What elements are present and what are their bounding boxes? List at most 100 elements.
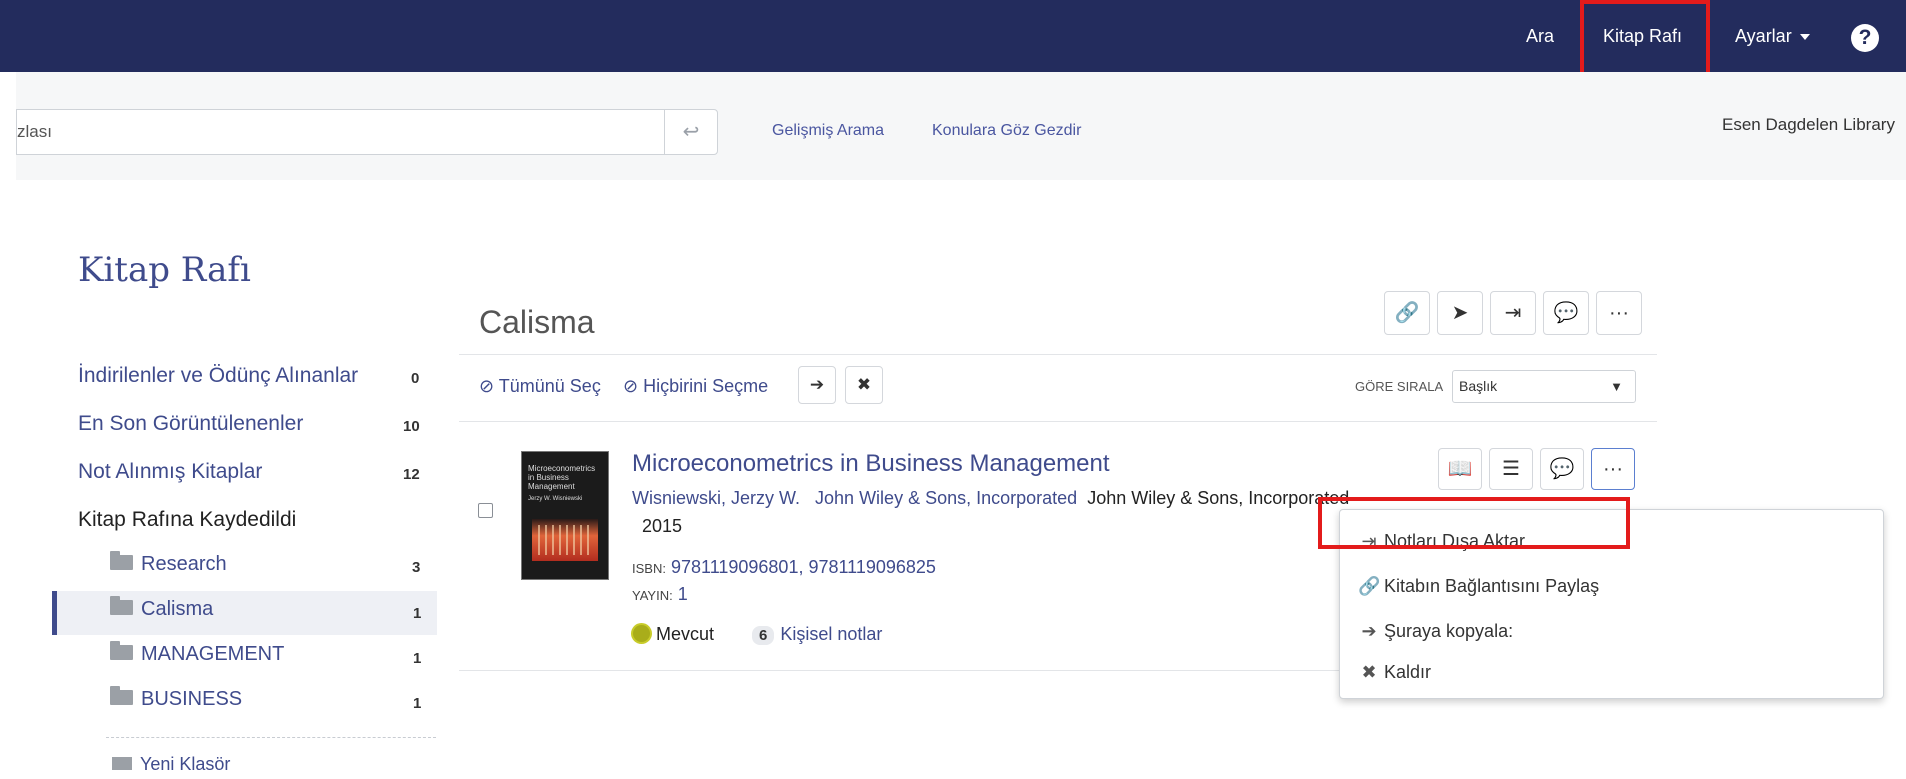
sidebar-item-saved[interactable]: Kitap Rafına Kaydedildi	[78, 508, 296, 532]
isbn-value: 9781119096801, 9781119096825	[670, 557, 936, 577]
select-none-label: Hiçbirini Seçme	[643, 376, 769, 396]
sidebar-divider	[106, 737, 436, 738]
folder-count: 3	[412, 559, 421, 576]
copy-to-button[interactable]: ➔	[798, 366, 836, 404]
folder-label: MANAGEMENT	[141, 643, 285, 665]
search-input[interactable]: zlası	[16, 109, 668, 155]
ellipsis-icon: ···	[1603, 458, 1623, 480]
help-icon[interactable]: ?	[1851, 24, 1879, 52]
sidebar-count-downloads: 0	[411, 370, 420, 387]
arrow-right-icon: ➔	[809, 375, 825, 394]
sidebar-count-noted-books: 12	[403, 466, 420, 483]
record-more-button[interactable]: ···	[1591, 448, 1635, 490]
chevron-down-icon	[1799, 34, 1810, 41]
folder-icon	[110, 596, 133, 615]
record-checkbox[interactable]	[478, 503, 493, 518]
cover-title: Microeconometrics in Business Management	[528, 464, 596, 491]
nav-search-link[interactable]: Ara	[1526, 0, 1554, 72]
menu-item-copy-to[interactable]: ➔ Şuraya kopyala:	[1358, 621, 1513, 642]
ellipsis-icon: ···	[1609, 302, 1629, 324]
publisher-link[interactable]: John Wiley & Sons, Incorporated	[815, 488, 1077, 508]
isbn-label: ISBN:	[632, 561, 666, 576]
record-authors: Wisniewski, Jerzy W. John Wiley & Sons, …	[632, 488, 1349, 509]
notes-count-badge: 6	[752, 626, 775, 645]
folder-management[interactable]: MANAGEMENT	[110, 641, 285, 666]
folder-research[interactable]: Research	[110, 551, 227, 576]
sidebar-item-downloads[interactable]: İndirilenler ve Ödünç Alınanlar	[78, 364, 358, 388]
copy-link-button[interactable]: 🔗	[1384, 291, 1430, 335]
sidebar-item-noted-books[interactable]: Not Alınmış Kitaplar	[78, 460, 262, 484]
edition-value: 1	[677, 584, 688, 604]
personal-notes-link[interactable]: 6 Kişisel notlar	[752, 624, 882, 645]
read-book-button[interactable]: 📖	[1438, 448, 1482, 490]
availability-status: Mevcut	[633, 624, 714, 645]
divider	[459, 354, 1657, 355]
triangle-down-icon: ▼	[1610, 379, 1623, 394]
folder-count: 1	[413, 605, 422, 622]
advanced-search-link[interactable]: Gelişmiş Arama	[772, 117, 884, 145]
sort-value: Başlık	[1459, 378, 1498, 394]
table-of-contents-button[interactable]: ☰	[1489, 448, 1533, 490]
edition-label: YAYIN:	[632, 588, 673, 603]
more-options-button[interactable]: ···	[1596, 291, 1642, 335]
folder-icon	[110, 551, 133, 570]
select-none-link[interactable]: ⊘ Hiçbirini Seçme	[623, 376, 768, 397]
export-icon: ⇥	[1504, 302, 1522, 324]
notes-label: Kişisel notlar	[780, 624, 883, 644]
add-folder-icon	[112, 757, 132, 770]
divider	[459, 670, 1403, 671]
menu-item-share-link[interactable]: 🔗 Kitabın Bağlantısını Paylaş	[1358, 576, 1599, 597]
folder-label: Calisma	[141, 598, 214, 620]
publisher-text: John Wiley & Sons, Incorporated	[1087, 488, 1350, 508]
remove-button[interactable]: ✖	[845, 366, 883, 404]
menu-item-label: Kaldır	[1384, 662, 1432, 682]
link-icon: 🔗	[1394, 302, 1420, 324]
divider	[459, 421, 1657, 422]
record-year: 2015	[642, 516, 683, 536]
author-link[interactable]: Wisniewski, Jerzy W.	[632, 488, 800, 508]
cover-image-detail	[538, 525, 592, 555]
search-submit-button[interactable]: ↩	[664, 109, 718, 155]
new-folder-label: Yeni Klasör	[140, 754, 231, 774]
folder-label: Research	[141, 553, 227, 575]
nav-settings-menu[interactable]: Ayarlar	[1735, 0, 1810, 72]
sort-label: GÖRE SIRALA	[1355, 379, 1444, 394]
ban-icon: ⊘	[623, 376, 644, 396]
export-button[interactable]: ⇥	[1490, 291, 1536, 335]
nav-settings-label: Ayarlar	[1735, 26, 1792, 46]
new-folder-button[interactable]: Yeni Klasör	[112, 754, 230, 775]
highlight-box-export-notes	[1318, 497, 1630, 549]
remove-book-icon: ✖	[856, 375, 872, 394]
folder-icon	[110, 641, 133, 660]
browse-subjects-link[interactable]: Konulara Göz Gezdir	[932, 117, 1081, 145]
folder-business[interactable]: BUSINESS	[110, 686, 243, 711]
record-edition: YAYIN: 1	[632, 584, 688, 605]
paper-plane-icon: ➤	[1451, 302, 1469, 324]
menu-item-label: Kitabın Bağlantısını Paylaş	[1384, 576, 1600, 596]
check-circle-icon: ⊘	[479, 376, 499, 396]
remove-book-icon: ✖	[1361, 662, 1377, 682]
folder-icon	[110, 686, 133, 705]
folder-count: 1	[413, 695, 422, 712]
record-notes-button[interactable]: 💬	[1540, 448, 1584, 490]
sidebar-item-recent[interactable]: En Son Görüntülenenler	[78, 412, 303, 436]
book-cover[interactable]: Microeconometrics in Business Management…	[521, 451, 609, 580]
folder-title: Calisma	[479, 304, 595, 340]
record-isbn: ISBN: 9781119096801, 9781119096825	[632, 557, 936, 578]
arrow-right-icon: ➔	[1361, 621, 1377, 641]
folder-label: BUSINESS	[141, 688, 243, 710]
notes-button[interactable]: 💬	[1543, 291, 1589, 335]
select-all-link[interactable]: ⊘ Tümünü Seç	[479, 376, 601, 397]
comment-icon: 💬	[1553, 302, 1579, 324]
record-title[interactable]: Microeconometrics in Business Management	[632, 450, 1110, 478]
menu-item-remove[interactable]: ✖ Kaldır	[1358, 662, 1431, 683]
send-button[interactable]: ➤	[1437, 291, 1483, 335]
sort-select[interactable]: Başlık ▼	[1452, 370, 1636, 403]
sidebar-count-recent: 10	[403, 418, 420, 435]
select-all-label: Tümünü Seç	[498, 376, 601, 396]
search-bar: zlası ↩ Gelişmiş Arama Konulara Göz Gezd…	[16, 72, 1906, 180]
enter-arrow-icon: ↩	[682, 121, 700, 143]
page-title: Kitap Rafı	[78, 250, 251, 290]
library-name: Esen Dagdelen Library	[1722, 115, 1895, 134]
folder-calisma[interactable]: Calisma	[110, 596, 214, 621]
